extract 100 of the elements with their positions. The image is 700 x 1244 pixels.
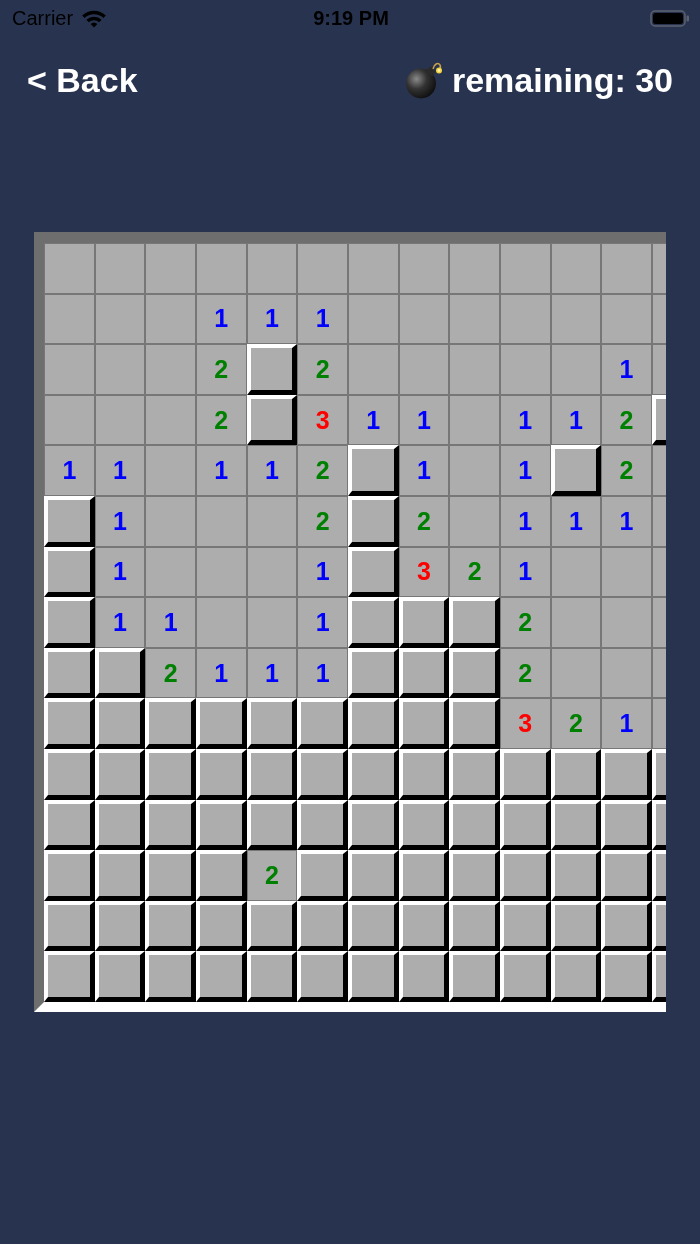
hidden-tile[interactable] — [398, 597, 450, 648]
hidden-tile[interactable] — [499, 850, 551, 901]
hidden-tile[interactable] — [347, 748, 399, 800]
hidden-tile[interactable] — [347, 698, 399, 749]
number-tile: 2 — [499, 647, 551, 699]
hidden-tile[interactable] — [297, 900, 348, 952]
hidden-tile[interactable] — [398, 850, 450, 901]
hidden-tile[interactable] — [550, 799, 602, 851]
number-tile: 2 — [601, 394, 652, 446]
hidden-tile[interactable] — [398, 698, 450, 749]
hidden-tile[interactable] — [347, 900, 399, 952]
hidden-tile[interactable] — [449, 850, 500, 901]
hidden-tile[interactable] — [449, 951, 500, 1002]
number-tile: 3 — [297, 394, 348, 446]
hidden-tile[interactable] — [550, 445, 602, 496]
hidden-tile[interactable] — [44, 647, 95, 699]
hidden-tile[interactable] — [297, 799, 348, 851]
hidden-tile[interactable] — [550, 951, 602, 1002]
hidden-tile[interactable] — [145, 698, 196, 749]
hidden-tile[interactable] — [44, 900, 95, 952]
hidden-tile[interactable] — [550, 850, 602, 901]
hidden-tile[interactable] — [347, 445, 399, 496]
hidden-tile[interactable] — [94, 850, 146, 901]
hidden-tile[interactable] — [499, 748, 551, 800]
hidden-tile[interactable] — [449, 799, 500, 851]
hidden-tile[interactable] — [44, 748, 95, 800]
hidden-tile[interactable] — [145, 799, 196, 851]
hidden-tile[interactable] — [44, 546, 95, 598]
hidden-tile[interactable] — [347, 495, 399, 547]
hidden-tile[interactable] — [398, 748, 450, 800]
hidden-tile[interactable] — [246, 344, 298, 395]
hidden-tile[interactable] — [145, 850, 196, 901]
hidden-tile[interactable] — [297, 850, 348, 901]
hidden-tile[interactable] — [246, 748, 298, 800]
hidden-tile[interactable] — [94, 900, 146, 952]
hidden-tile[interactable] — [347, 597, 399, 648]
number-tile: 2 — [297, 445, 348, 496]
hidden-tile[interactable] — [195, 850, 247, 901]
hidden-tile[interactable] — [44, 850, 95, 901]
hidden-tile[interactable] — [94, 698, 146, 749]
number-tile: 1 — [601, 344, 652, 395]
hidden-tile[interactable] — [195, 698, 247, 749]
hidden-tile[interactable] — [246, 394, 298, 446]
hidden-tile[interactable] — [398, 900, 450, 952]
hidden-tile[interactable] — [398, 647, 450, 699]
hidden-tile[interactable] — [195, 951, 247, 1002]
number-tile: 1 — [601, 698, 652, 749]
hidden-tile[interactable] — [601, 799, 652, 851]
hidden-tile[interactable] — [449, 900, 500, 952]
hidden-tile[interactable] — [44, 698, 95, 749]
hidden-tile[interactable] — [398, 951, 450, 1002]
hidden-tile[interactable] — [347, 546, 399, 598]
hidden-tile[interactable] — [44, 495, 95, 547]
hidden-tile[interactable] — [449, 597, 500, 648]
hidden-tile[interactable] — [297, 698, 348, 749]
hidden-tile[interactable] — [601, 900, 652, 952]
hidden-tile[interactable] — [195, 799, 247, 851]
hidden-tile[interactable] — [145, 951, 196, 1002]
hidden-tile[interactable] — [347, 951, 399, 1002]
hidden-tile[interactable] — [246, 698, 298, 749]
hidden-tile[interactable] — [601, 850, 652, 901]
hidden-tile[interactable] — [499, 951, 551, 1002]
hidden-tile[interactable] — [94, 647, 146, 699]
hidden-tile[interactable] — [246, 799, 298, 851]
hidden-tile[interactable] — [601, 748, 652, 800]
hidden-tile[interactable] — [44, 799, 95, 851]
hidden-tile[interactable] — [499, 900, 551, 952]
number-tile: 1 — [145, 597, 196, 648]
hidden-tile[interactable] — [145, 900, 196, 952]
number-tile: 2 — [246, 850, 298, 901]
hidden-tile[interactable] — [94, 951, 146, 1002]
hidden-tile[interactable] — [601, 951, 652, 1002]
hidden-tile[interactable] — [347, 850, 399, 901]
number-tile: 3 — [398, 546, 450, 598]
hidden-tile[interactable] — [195, 748, 247, 800]
hidden-tile[interactable] — [297, 748, 348, 800]
hidden-tile[interactable] — [246, 900, 298, 952]
hidden-tile[interactable] — [550, 900, 602, 952]
hidden-tile[interactable] — [449, 748, 500, 800]
hidden-tile[interactable] — [449, 698, 500, 749]
hidden-tile[interactable] — [94, 748, 146, 800]
hidden-tile[interactable] — [94, 799, 146, 851]
hidden-tile[interactable] — [297, 951, 348, 1002]
hidden-tile[interactable] — [246, 951, 298, 1002]
hidden-tile[interactable] — [44, 597, 95, 648]
bomb-icon — [404, 61, 443, 99]
hidden-tile[interactable] — [449, 647, 500, 699]
hidden-tile[interactable] — [44, 951, 95, 1002]
hidden-tile[interactable] — [145, 748, 196, 800]
number-tile: 1 — [246, 647, 298, 699]
number-tile: 2 — [297, 495, 348, 547]
back-button[interactable]: < Back — [27, 62, 138, 98]
number-tile: 1 — [94, 445, 146, 496]
number-tile: 1 — [297, 546, 348, 598]
hidden-tile[interactable] — [398, 799, 450, 851]
hidden-tile[interactable] — [347, 647, 399, 699]
hidden-tile[interactable] — [550, 748, 602, 800]
hidden-tile[interactable] — [499, 799, 551, 851]
hidden-tile[interactable] — [195, 900, 247, 952]
hidden-tile[interactable] — [347, 799, 399, 851]
